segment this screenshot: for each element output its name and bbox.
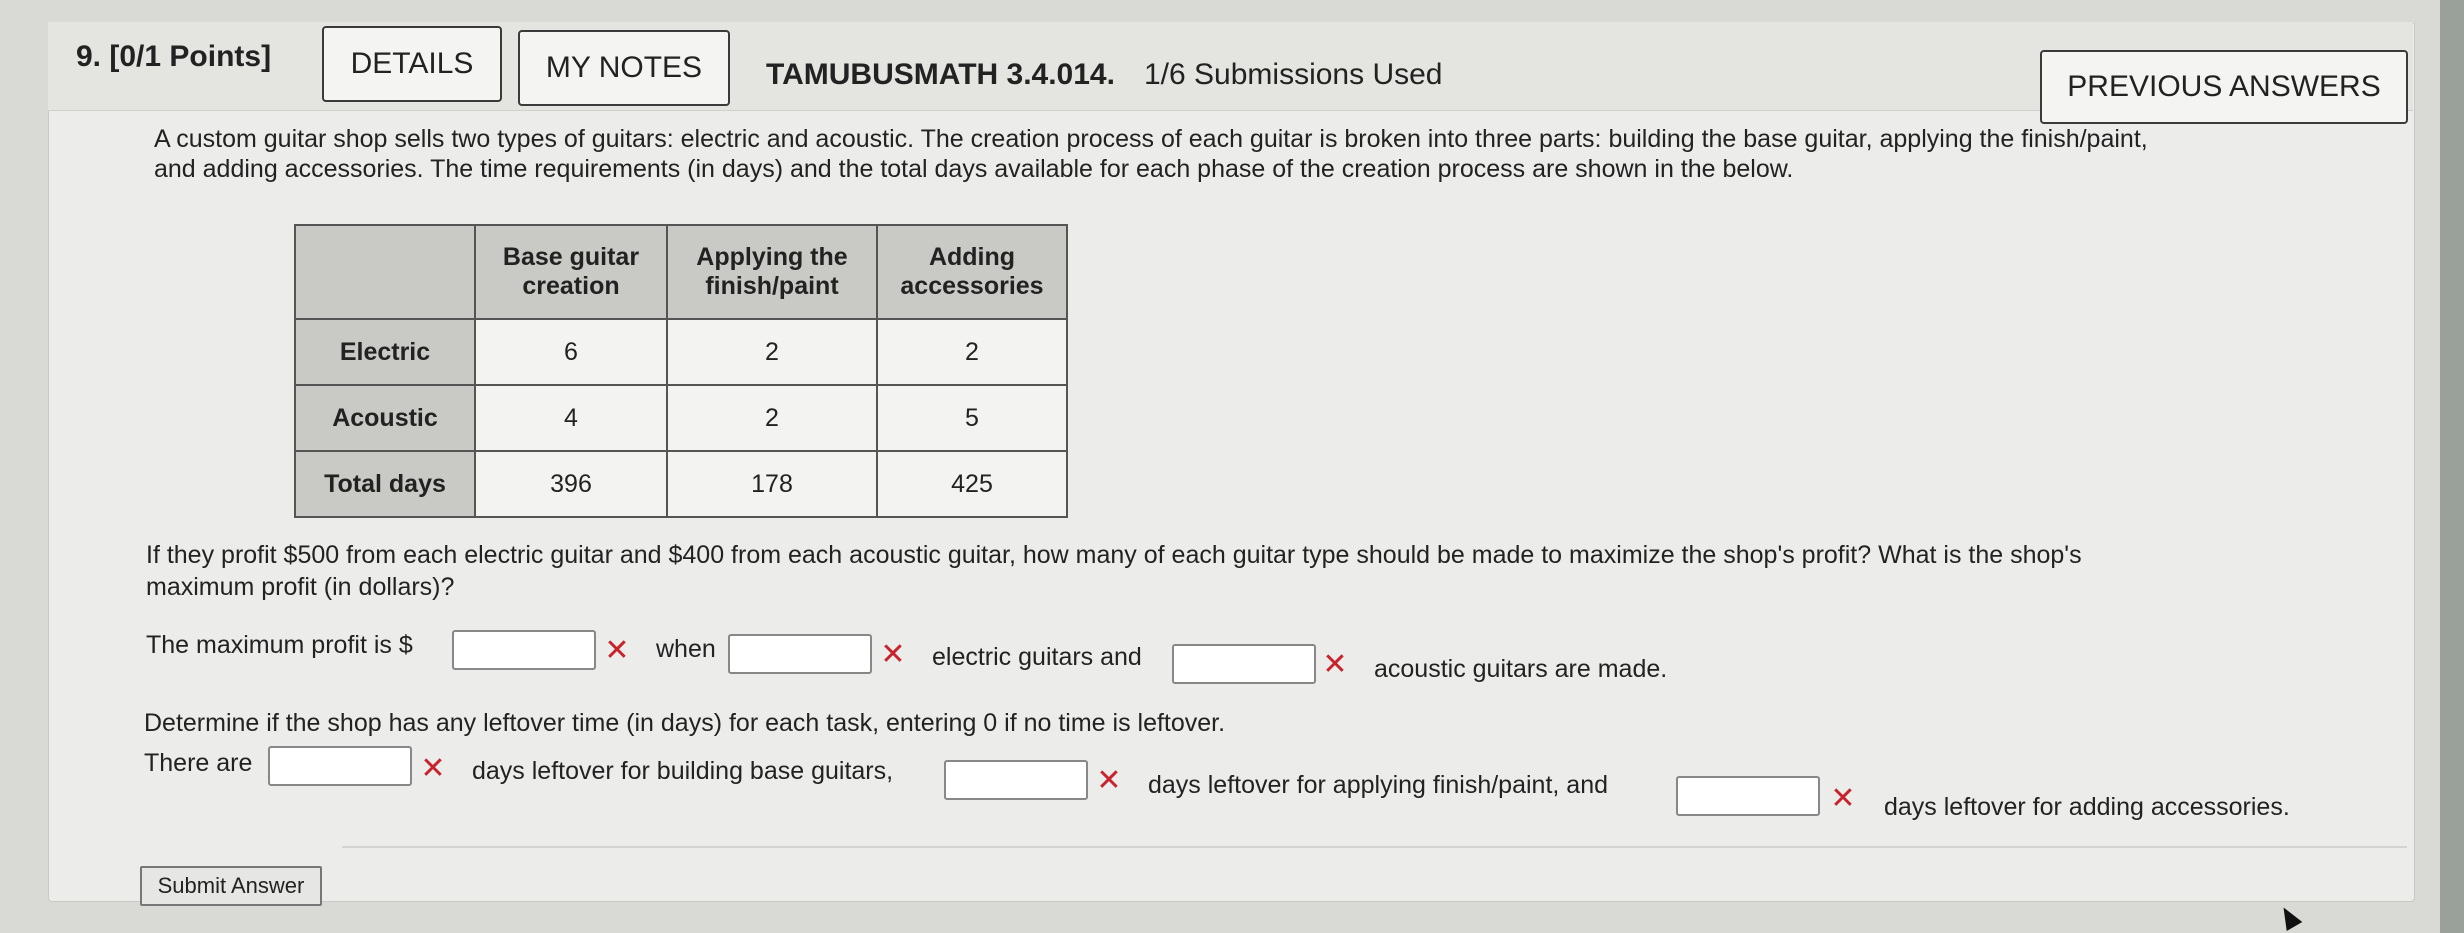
question-number: 9. [76, 40, 102, 73]
leftover-accessories-label: days leftover for adding accessories. [1884, 793, 2290, 821]
problem-text-line-2: and adding accessories. The time require… [154, 155, 1794, 183]
acoustic-count-input[interactable] [1172, 644, 1316, 684]
table-header-accessories: Adding accessories [876, 224, 1068, 320]
submissions-used: 1/6 Submissions Used [1144, 58, 1443, 91]
time-requirements-table: Base guitar creation Applying the finish/p… [294, 224, 1068, 518]
my-notes-button[interactable]: MY NOTES [518, 30, 730, 106]
incorrect-icon: ✕ [604, 634, 630, 667]
details-button[interactable]: DETAILS [322, 26, 502, 102]
table-corner-cell [294, 224, 476, 320]
submit-answer-button[interactable]: Submit Answer [140, 866, 322, 906]
table-cell: 2 [876, 318, 1068, 386]
there-are-label: There are [144, 749, 253, 777]
incorrect-icon: ✕ [1830, 782, 1856, 815]
question-text-line-2: maximum profit (in dollars)? [146, 573, 455, 601]
max-profit-input[interactable] [452, 630, 596, 670]
when-label: when [656, 635, 716, 663]
incorrect-icon: ✕ [1096, 764, 1122, 797]
leftover-accessories-input[interactable] [1676, 776, 1820, 816]
row-label: Acoustic [294, 384, 476, 452]
assignment-id: TAMUBUSMATH 3.4.014. [766, 58, 1115, 91]
max-profit-label: The maximum profit is $ [146, 631, 413, 659]
table-header-row: Base guitar creation Applying the finish/p… [294, 224, 1068, 320]
table-cell: 425 [876, 450, 1068, 518]
table-cell: 178 [666, 450, 878, 518]
row-label: Total days [294, 450, 476, 518]
leftover-base-input[interactable] [268, 746, 412, 786]
question-number-and-points: 9. [0/1 Points] [76, 40, 271, 74]
mouse-cursor-icon [2275, 902, 2303, 932]
leftover-prompt: Determine if the shop has any leftover t… [144, 709, 1226, 737]
table-row: Acoustic 4 2 5 [294, 384, 1068, 452]
electric-count-input[interactable] [728, 634, 872, 674]
incorrect-icon: ✕ [880, 638, 906, 671]
table-cell: 2 [666, 384, 878, 452]
table-header-finish: Applying the finish/paint [666, 224, 878, 320]
table-cell: 5 [876, 384, 1068, 452]
table-row: Electric 6 2 2 [294, 318, 1068, 386]
problem-text-line-1: A custom guitar shop sells two types of … [154, 125, 2148, 153]
question-text-line-1: If they profit $500 from each electric g… [146, 541, 2082, 569]
table-row: Total days 396 178 425 [294, 450, 1068, 518]
table-cell: 4 [474, 384, 668, 452]
points-label: [0/1 Points] [109, 40, 272, 73]
leftover-base-label: days leftover for building base guitars, [472, 757, 894, 785]
table-cell: 396 [474, 450, 668, 518]
incorrect-icon: ✕ [1322, 648, 1348, 681]
divider [342, 846, 2407, 848]
table-cell: 6 [474, 318, 668, 386]
acoustic-guitars-label: acoustic guitars are made. [1374, 655, 1668, 683]
leftover-finish-label: days leftover for applying finish/paint,… [1148, 771, 1608, 799]
incorrect-icon: ✕ [420, 752, 446, 785]
table-header-base: Base guitar creation [474, 224, 668, 320]
table-cell: 2 [666, 318, 878, 386]
row-label: Electric [294, 318, 476, 386]
window-edge [2440, 0, 2464, 933]
previous-answers-button[interactable]: PREVIOUS ANSWERS [2040, 50, 2408, 124]
leftover-finish-input[interactable] [944, 760, 1088, 800]
electric-guitars-label: electric guitars and [932, 643, 1142, 671]
